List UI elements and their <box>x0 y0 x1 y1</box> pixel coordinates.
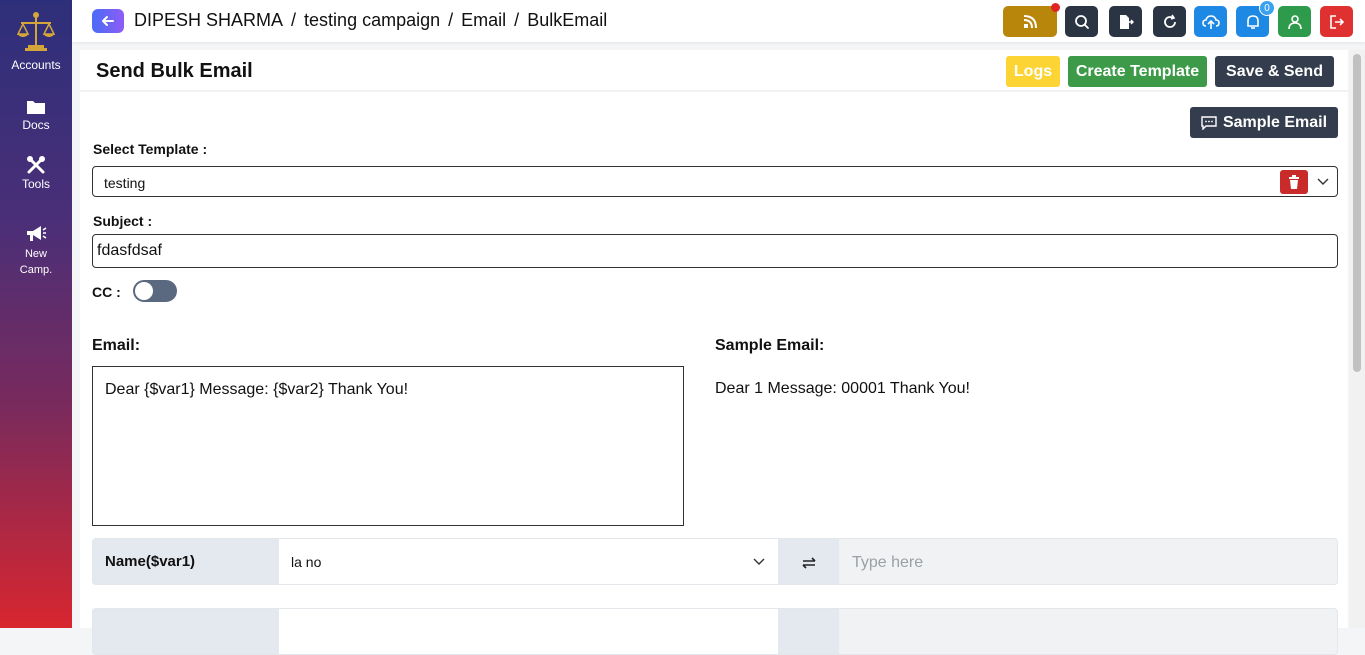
breadcrumb-campaign[interactable]: testing campaign <box>304 10 440 30</box>
sample-email-button[interactable]: Sample Email <box>1190 107 1338 138</box>
sidebar: Accounts Docs Tools New Camp. <box>0 0 72 628</box>
sample-email-heading: Sample Email: <box>715 337 825 354</box>
tools-icon <box>27 156 45 174</box>
cc-toggle[interactable] <box>133 280 177 302</box>
template-select-value: testing <box>104 175 146 191</box>
create-template-button[interactable]: Create Template <box>1068 56 1207 87</box>
breadcrumb: DIPESH SHARMA / testing campaign / Email / Bul… <box>134 10 607 31</box>
top-navbar: DIPESH SHARMA / testing campaign / Email / Bul… <box>72 0 1365 42</box>
file-export-icon <box>1119 14 1134 29</box>
sidebar-item-label: Docs <box>22 118 50 132</box>
toggle-knob <box>135 282 153 300</box>
logout-button[interactable] <box>1320 6 1353 37</box>
sidebar-item-label: Accounts <box>11 58 61 72</box>
sidebar-item-label: Tools <box>21 177 50 191</box>
export-file-button[interactable] <box>1109 6 1142 37</box>
vertical-scrollbar[interactable] <box>1349 50 1365 628</box>
variable-value-input[interactable] <box>839 609 1337 654</box>
sidebar-item-label: Camp. <box>19 264 53 276</box>
sidebar-item-label: New <box>24 248 47 260</box>
variable-row: Name($var1) la no <box>92 538 1338 585</box>
sample-email-label: Sample Email <box>1222 113 1328 131</box>
swap-arrows-icon <box>801 556 816 569</box>
chevron-down-icon[interactable] <box>1317 175 1329 187</box>
email-heading: Email: <box>92 337 141 354</box>
rss-icon <box>1023 14 1037 28</box>
save-send-button[interactable]: Save & Send <box>1215 56 1334 87</box>
card-header: Send Bulk Email Logs Create Template Sav… <box>80 50 1348 92</box>
sample-email-body: Dear 1 Message: 00001 Thank You! <box>715 380 970 397</box>
select-template-label: Select Template : <box>93 141 208 157</box>
notification-count-badge: 0 <box>1259 0 1275 16</box>
notification-dot <box>1051 3 1060 12</box>
sidebar-item-accounts[interactable]: Accounts <box>0 10 72 72</box>
refresh-icon <box>1163 14 1176 28</box>
variable-row <box>92 608 1338 655</box>
profile-button[interactable] <box>1278 6 1311 37</box>
megaphone-icon <box>27 226 47 241</box>
subject-input[interactable] <box>92 234 1338 268</box>
variable-select-value: la no <box>291 554 322 570</box>
swap-button[interactable] <box>778 609 839 654</box>
breadcrumb-email[interactable]: Email <box>461 10 506 30</box>
cloud-upload-icon <box>1201 14 1220 29</box>
arrow-left-icon <box>102 16 114 26</box>
logs-button[interactable]: Logs <box>1006 56 1060 87</box>
variable-column-select[interactable] <box>279 609 778 654</box>
bulk-email-card: Send Bulk Email Logs Create Template Sav… <box>80 50 1348 655</box>
folder-icon <box>27 101 45 114</box>
breadcrumb-separator: / <box>448 10 454 30</box>
sidebar-item-new-campaign[interactable]: New Camp. <box>0 224 72 278</box>
variable-column-select[interactable]: la no <box>279 539 778 584</box>
subject-label: Subject : <box>93 213 153 229</box>
breadcrumb-separator: / <box>291 10 297 30</box>
scales-icon <box>16 12 56 51</box>
trash-icon <box>1289 175 1299 189</box>
breadcrumb-user[interactable]: DIPESH SHARMA <box>134 10 283 30</box>
breadcrumb-separator: / <box>514 10 520 30</box>
delete-template-button[interactable] <box>1280 170 1308 194</box>
search-icon <box>1074 14 1089 29</box>
bell-icon <box>1246 14 1259 29</box>
cc-label: CC : <box>92 284 121 300</box>
search-button[interactable] <box>1065 6 1098 37</box>
chevron-down-icon <box>753 558 765 565</box>
sidebar-item-docs[interactable]: Docs <box>0 98 72 132</box>
refresh-button[interactable] <box>1153 6 1186 37</box>
rss-feed-button[interactable] <box>1003 3 1060 37</box>
swap-button[interactable] <box>778 539 839 584</box>
user-icon <box>1287 14 1302 29</box>
notifications-button[interactable]: 0 <box>1236 0 1275 37</box>
back-button[interactable] <box>92 9 124 33</box>
variable-value-input[interactable] <box>839 539 1337 584</box>
logout-icon <box>1329 14 1344 29</box>
page-title: Send Bulk Email <box>96 60 253 82</box>
breadcrumb-bulkemail: BulkEmail <box>527 10 608 30</box>
template-select[interactable]: testing <box>92 166 1338 197</box>
sidebar-item-tools[interactable]: Tools <box>0 155 72 191</box>
scrollbar-thumb[interactable] <box>1353 54 1361 372</box>
variable-name: Name($var1) <box>105 553 196 570</box>
upload-button[interactable] <box>1194 6 1227 37</box>
email-body-editor[interactable]: Dear {$var1} Message: {$var2} Thank You! <box>92 366 684 526</box>
message-icon <box>1201 115 1217 130</box>
